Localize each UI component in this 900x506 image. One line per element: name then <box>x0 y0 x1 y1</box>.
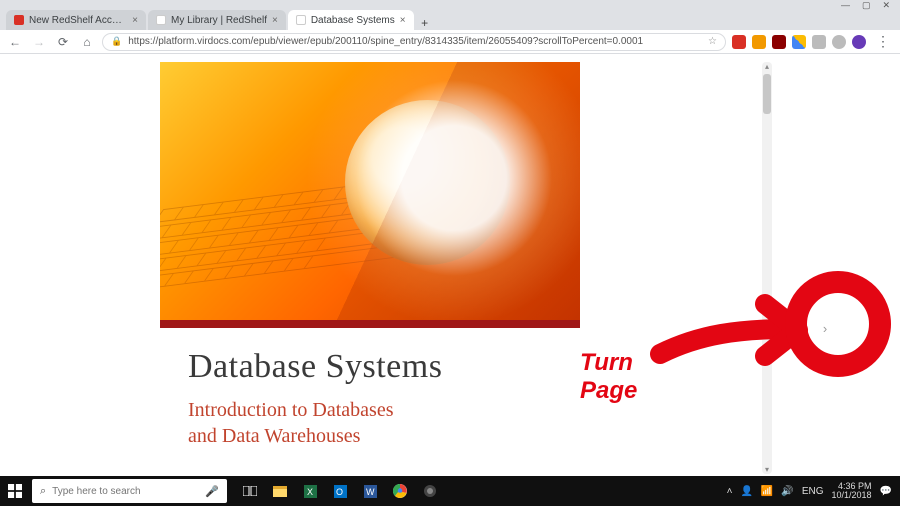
next-page-button[interactable]: › <box>815 318 835 338</box>
taskbar-search[interactable]: ⌕ 🎤 <box>32 479 227 503</box>
profile-avatar-icon[interactable] <box>852 35 866 49</box>
tab-database-systems[interactable]: Database Systems × <box>288 10 414 30</box>
favicon-gmail-icon <box>14 15 24 25</box>
excel-icon[interactable]: X <box>297 478 323 504</box>
cover-divider <box>160 320 580 328</box>
volume-icon[interactable]: 🔊 <box>781 486 793 497</box>
content-viewport: Database Systems Introduction to Databas… <box>0 54 900 476</box>
outlook-icon[interactable]: O <box>327 478 353 504</box>
new-tab-button[interactable]: + <box>416 16 434 30</box>
file-explorer-icon[interactable] <box>267 478 293 504</box>
search-icon: ⌕ <box>40 485 46 498</box>
favicon-document-icon <box>296 15 306 25</box>
browser-menu-button[interactable]: ⋮ <box>872 33 894 50</box>
action-center-icon[interactable]: 💬 <box>880 486 892 497</box>
taskbar-search-input[interactable] <box>52 486 199 497</box>
start-button[interactable] <box>0 476 30 506</box>
svg-text:X: X <box>307 487 313 497</box>
annotation-text: Turn <box>580 349 633 376</box>
system-tray: ˄ 👤 📶 🔊 ENG 4:36 PM 10/1/2018 💬 <box>727 482 900 500</box>
tab-title: My Library | RedShelf <box>171 15 267 26</box>
window-close[interactable]: ✕ <box>882 0 890 11</box>
decorative-globe <box>345 100 510 265</box>
lock-icon: 🔒 <box>111 36 122 47</box>
extension-icon[interactable] <box>832 35 846 49</box>
book-title: Database Systems <box>188 348 552 386</box>
scroll-thumb[interactable] <box>763 74 771 114</box>
extension-icon[interactable] <box>752 35 766 49</box>
tray-overflow-icon[interactable]: ˄ <box>727 486 733 497</box>
favicon-redshelf-icon <box>156 15 166 25</box>
language-indicator[interactable]: ENG <box>802 486 824 497</box>
ebook-page: Database Systems Introduction to Databas… <box>160 62 580 476</box>
toolbar: ← → ⟳ ⌂ 🔒 ☆ ⋮ <box>0 30 900 54</box>
windows-icon <box>8 484 22 498</box>
mic-icon[interactable]: 🎤 <box>205 485 219 498</box>
wifi-icon[interactable]: 📶 <box>761 486 773 497</box>
window-minimize[interactable]: — <box>841 0 850 10</box>
url-input[interactable] <box>128 36 702 47</box>
word-icon[interactable]: W <box>357 478 383 504</box>
book-subtitle: Introduction to Databases and Data Wareh… <box>188 398 552 449</box>
clock-date: 10/1/2018 <box>832 491 872 500</box>
svg-text:O: O <box>336 487 343 497</box>
extension-icon[interactable] <box>772 35 786 49</box>
taskbar: ⌕ 🎤 X O W ˄ 👤 📶 🔊 ENG 4:36 PM 10/1/2018 … <box>0 476 900 506</box>
svg-text:W: W <box>366 487 375 497</box>
clock[interactable]: 4:36 PM 10/1/2018 <box>832 482 872 500</box>
tab-title: Database Systems <box>311 15 395 26</box>
home-button[interactable]: ⌂ <box>78 33 96 51</box>
reload-button[interactable]: ⟳ <box>54 33 72 51</box>
scroll-down-icon[interactable]: ▾ <box>762 465 772 474</box>
close-icon[interactable]: × <box>272 15 278 26</box>
annotation-text: Page <box>580 377 637 404</box>
extension-icon[interactable] <box>732 35 746 49</box>
window-maximize[interactable]: ▢ <box>862 0 871 11</box>
people-icon[interactable]: 👤 <box>740 486 752 497</box>
forward-button[interactable]: → <box>30 33 48 51</box>
close-icon[interactable]: × <box>132 15 138 26</box>
tabstrip: New RedShelf Account Setup - a × My Libr… <box>0 10 900 30</box>
page-scrollbar[interactable]: ▴ ▾ <box>762 62 772 474</box>
back-button[interactable]: ← <box>6 33 24 51</box>
book-cover-image <box>160 62 580 320</box>
close-icon[interactable]: × <box>400 15 406 26</box>
chrome-icon[interactable] <box>387 478 413 504</box>
scroll-up-icon[interactable]: ▴ <box>762 62 772 71</box>
extension-icon[interactable] <box>792 35 806 49</box>
tab-my-library[interactable]: My Library | RedShelf × <box>148 10 286 30</box>
task-view-icon[interactable] <box>237 478 263 504</box>
extension-icon[interactable] <box>812 35 826 49</box>
app-icon[interactable] <box>417 478 443 504</box>
bookmark-icon[interactable]: ☆ <box>708 36 717 47</box>
tab-gmail[interactable]: New RedShelf Account Setup - a × <box>6 10 146 30</box>
decorative-keyboard <box>160 168 489 320</box>
taskbar-apps: X O W <box>237 478 443 504</box>
tab-title: New RedShelf Account Setup - a <box>29 15 127 26</box>
address-bar[interactable]: 🔒 ☆ <box>102 33 726 51</box>
